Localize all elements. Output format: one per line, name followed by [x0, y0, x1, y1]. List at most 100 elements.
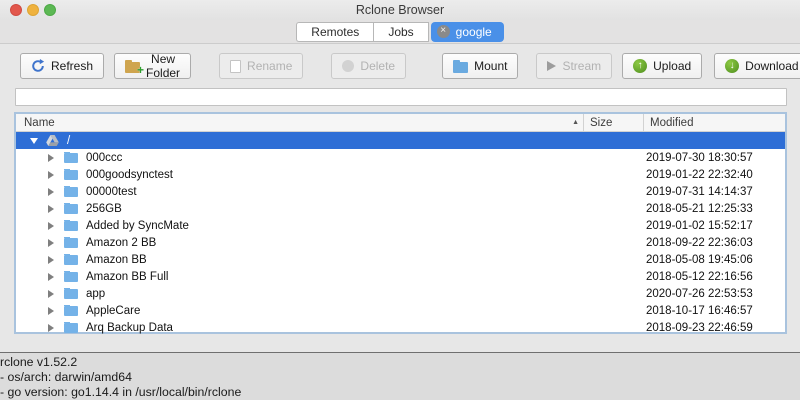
folder-icon [64, 306, 78, 316]
folder-name: app [86, 288, 105, 300]
stream-label: Stream [562, 59, 601, 73]
status-bar: rclone v1.52.2 - os/arch: darwin/amd64 -… [0, 352, 800, 400]
path-input[interactable] [15, 88, 787, 106]
column-header-name[interactable]: Name ▲ [16, 117, 583, 129]
table-row[interactable]: Amazon BB 2018-05-08 19:45:06 [16, 251, 785, 268]
modified-cell: 2018-09-22 22:36:03 [643, 237, 785, 249]
column-header-modified[interactable]: Modified [643, 114, 785, 131]
table-row[interactable]: 00000test 2019-07-31 14:14:37 [16, 183, 785, 200]
mount-label: Mount [474, 59, 507, 73]
size-column-label: Size [590, 117, 612, 129]
status-os-arch: - os/arch: darwin/amd64 [0, 370, 800, 385]
close-tab-icon[interactable]: × [437, 25, 450, 38]
table-row[interactable]: 000goodsynctest 2019-01-22 22:32:40 [16, 166, 785, 183]
rename-label: Rename [247, 59, 292, 73]
upload-button[interactable]: ↑ Upload [622, 53, 702, 79]
folder-icon [64, 272, 78, 282]
modified-cell: 2020-07-26 22:53:53 [643, 288, 785, 300]
folder-name: Added by SyncMate [86, 220, 189, 232]
rename-button: Rename [219, 53, 303, 79]
modified-cell: 2019-01-02 15:52:17 [643, 220, 785, 232]
modified-cell: 2018-05-08 19:45:06 [643, 254, 785, 266]
expand-triangle-icon[interactable] [48, 222, 54, 230]
expand-triangle-icon[interactable] [48, 273, 54, 281]
expand-triangle-icon[interactable] [48, 256, 54, 264]
name-column-label: Name [24, 117, 55, 129]
expand-triangle-icon[interactable] [48, 324, 54, 332]
modified-column-label: Modified [650, 117, 693, 129]
table-body: / 000ccc 2019-07-30 18:30:57 000goodsync… [16, 132, 785, 336]
folder-name: 256GB [86, 203, 122, 215]
expand-triangle-icon[interactable] [48, 188, 54, 196]
table-row[interactable]: 000ccc 2019-07-30 18:30:57 [16, 149, 785, 166]
table-row[interactable]: Added by SyncMate 2019-01-02 15:52:17 [16, 217, 785, 234]
folder-icon [64, 170, 78, 180]
titlebar: Rclone Browser [0, 0, 800, 20]
folder-name: Amazon 2 BB [86, 237, 156, 249]
tab-google[interactable]: × google [431, 22, 504, 42]
folder-icon [64, 238, 78, 248]
folder-name: AppleCare [86, 305, 140, 317]
window-title: Rclone Browser [0, 3, 800, 17]
tab-bar: Remotes Jobs × google [0, 20, 800, 44]
tab-remotes[interactable]: Remotes [296, 22, 373, 42]
folder-icon [64, 187, 78, 197]
status-go-version: - go version: go1.14.4 in /usr/local/bin… [0, 385, 800, 400]
expand-triangle-icon[interactable] [48, 290, 54, 298]
delete-label: Delete [360, 59, 395, 73]
tab-jobs[interactable]: Jobs [373, 22, 428, 42]
upload-label: Upload [653, 59, 691, 73]
table-row[interactable]: Amazon BB Full 2018-05-12 22:16:56 [16, 268, 785, 285]
expand-triangle-icon[interactable] [48, 307, 54, 315]
tab-google-label: google [456, 25, 492, 39]
expand-triangle-icon[interactable] [48, 171, 54, 179]
table-row-root[interactable]: / [16, 132, 785, 149]
modified-cell: 2018-10-17 16:46:57 [643, 305, 785, 317]
file-table: Name ▲ Size Modified / [14, 112, 787, 334]
expand-triangle-icon[interactable] [48, 205, 54, 213]
folder-icon [64, 221, 78, 231]
table-row[interactable]: 256GB 2018-05-21 12:25:33 [16, 200, 785, 217]
modified-cell: 2018-05-21 12:25:33 [643, 203, 785, 215]
folder-name: Amazon BB Full [86, 271, 168, 283]
new-folder-label: New Folder [146, 52, 180, 80]
modified-cell: 2019-01-22 22:32:40 [643, 169, 785, 181]
table-header: Name ▲ Size Modified [16, 114, 785, 132]
download-button[interactable]: ↓ Download [714, 53, 800, 79]
new-folder-icon: + [125, 60, 140, 73]
folder-icon [64, 204, 78, 214]
refresh-button[interactable]: Refresh [20, 53, 104, 79]
download-label: Download [745, 59, 798, 73]
table-row[interactable]: Arq Backup Data 2018-09-23 22:46:59 [16, 319, 785, 336]
table-row[interactable]: Amazon 2 BB 2018-09-22 22:36:03 [16, 234, 785, 251]
expand-triangle-icon[interactable] [48, 154, 54, 162]
toolbar: Refresh + New Folder Rename Delete Mount… [20, 52, 798, 80]
expand-triangle-icon[interactable] [48, 239, 54, 247]
modified-cell: 2019-07-31 14:14:37 [643, 186, 785, 198]
folder-name: 000goodsynctest [86, 169, 173, 181]
folder-icon [64, 153, 78, 163]
delete-button: Delete [331, 53, 406, 79]
google-drive-icon [46, 135, 59, 146]
stream-icon [547, 61, 556, 71]
upload-icon: ↑ [633, 59, 647, 73]
folder-name: 000ccc [86, 152, 122, 164]
modified-cell: 2018-09-23 22:46:59 [643, 322, 785, 334]
tab-remotes-label: Remotes [311, 25, 359, 39]
folder-name: 00000test [86, 186, 137, 198]
delete-icon [342, 60, 354, 72]
tab-jobs-label: Jobs [388, 25, 413, 39]
stream-button: Stream [536, 53, 612, 79]
folder-name: Amazon BB [86, 254, 147, 266]
mount-button[interactable]: Mount [442, 53, 518, 79]
status-version: rclone v1.52.2 [0, 355, 800, 370]
folder-name: Arq Backup Data [86, 322, 173, 334]
table-row[interactable]: app 2020-07-26 22:53:53 [16, 285, 785, 302]
root-name: / [67, 135, 70, 147]
refresh-label: Refresh [51, 59, 93, 73]
new-folder-button[interactable]: + New Folder [114, 53, 191, 79]
table-row[interactable]: AppleCare 2018-10-17 16:46:57 [16, 302, 785, 319]
rename-icon [230, 60, 241, 73]
column-header-size[interactable]: Size [583, 114, 643, 131]
collapse-triangle-icon[interactable] [30, 138, 38, 144]
